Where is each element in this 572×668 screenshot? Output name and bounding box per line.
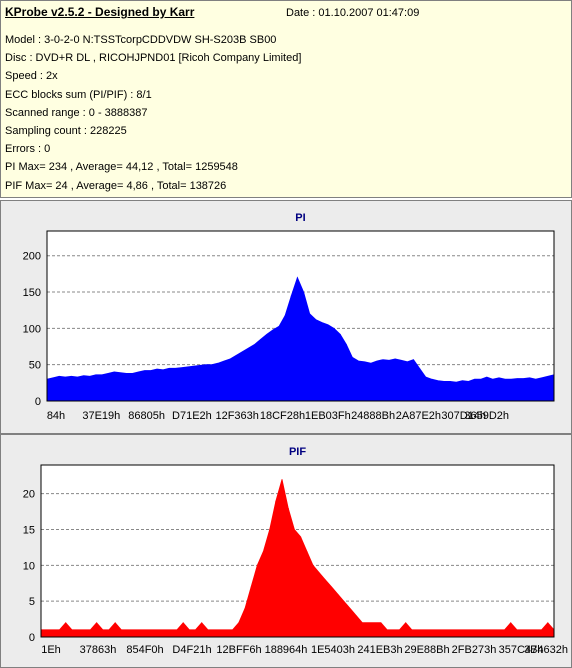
info-line-disc: Disc : DVD+R DL , RICOHJPND01 [Ricoh Com…: [5, 52, 302, 65]
pi-y-tick-label: 100: [23, 323, 41, 335]
pi-x-tick-label: 84h: [47, 410, 65, 422]
pi-chart-title: PI: [295, 212, 305, 224]
info-line-pi-summary: PI Max= 234 , Average= 44,12 , Total= 12…: [5, 161, 238, 174]
pif-chart: PIF 0 5 10 15 20 1Eh 37863h 854F0h D4F21h 12BFF6h 1…: [23, 446, 568, 656]
pif-y-tick-label: 0: [29, 632, 35, 644]
pi-y-tick-label: 0: [35, 396, 41, 408]
info-line-errors: Errors : 0: [5, 143, 51, 156]
pif-x-tick-label: 29E88Bh: [404, 644, 449, 656]
pif-x-tick-label: 1E5403h: [311, 644, 355, 656]
info-line-sampling: Sampling count : 228225: [5, 125, 127, 138]
pif-x-tick-label: D4F21h: [172, 644, 211, 656]
pi-x-tick-label: 1EB03Fh: [305, 410, 351, 422]
pi-x-tick-label: 2A87E2h: [396, 410, 441, 422]
info-line-speed: Speed : 2x: [5, 70, 58, 83]
pi-x-tick-label: D71E2h: [172, 410, 212, 422]
pif-chart-panel: PIF 0 5 10 15 20 1Eh 37863h 854F0h D4F21h 12BFF6h 1…: [0, 434, 572, 668]
pi-y-tick-label: 150: [23, 287, 41, 299]
info-line-model: Model : 3-0-2-0 N:TSSTcorpCDDVDW SH-S203…: [5, 34, 277, 46]
pif-x-tick-label: 241EB3h: [357, 644, 402, 656]
pi-y-tick-label: 200: [23, 251, 41, 263]
pi-chart: PI 0 50 100 150 200 84h 37E19h 86805h D71E2h 12F36…: [23, 212, 555, 422]
info-line-ecc: ECC blocks sum (PI/PIF) : 8/1: [5, 88, 152, 101]
info-panel: KProbe v2.5.2 - Designed by Karr Date : …: [0, 0, 572, 198]
info-line-range: Scanned range : 0 - 3888387: [5, 106, 148, 119]
pif-x-tick-label: 854F0h: [126, 644, 163, 656]
pi-y-tick-label: 50: [29, 360, 41, 372]
pif-y-tick-label: 5: [29, 596, 35, 608]
info-line-pif-summary: PIF Max= 24 , Average= 4,86 , Total= 138…: [5, 179, 227, 192]
pif-x-tick-label: 12BFF6h: [216, 644, 261, 656]
info-lines: Model : 3-0-2-0 N:TSSTcorpCDDVDW SH-S203…: [5, 31, 301, 195]
pif-y-tick-label: 20: [23, 489, 35, 501]
pi-x-tick-label: 12F363h: [215, 410, 258, 422]
pi-chart-panel: PI 0 50 100 150 200 84h 37E19h 86805h D71E2h 12F36…: [0, 200, 572, 434]
pi-x-tick-label: 18CF28h: [260, 410, 305, 422]
pi-x-tick-label: 37E19h: [82, 410, 120, 422]
pif-x-tick-label: 37863h: [80, 644, 117, 656]
pif-x-tick-label: 1Eh: [41, 644, 61, 656]
pif-x-tick-label: 3B4632h: [524, 644, 568, 656]
pif-x-tick-label: 188964h: [265, 644, 308, 656]
pi-x-tick-label: 24888Bh: [351, 410, 395, 422]
scan-date: Date : 01.10.2007 01:47:09: [286, 7, 420, 19]
pi-x-tick-label: 86805h: [128, 410, 165, 422]
pif-y-tick-label: 15: [23, 525, 35, 537]
pif-chart-title: PIF: [289, 446, 306, 458]
pif-y-tick-label: 10: [23, 560, 35, 572]
pi-x-tick-label: 3659D2h: [464, 410, 509, 422]
pif-x-tick-label: 2FB273h: [452, 644, 497, 656]
app-title: KProbe v2.5.2 - Designed by Karr: [5, 5, 195, 19]
